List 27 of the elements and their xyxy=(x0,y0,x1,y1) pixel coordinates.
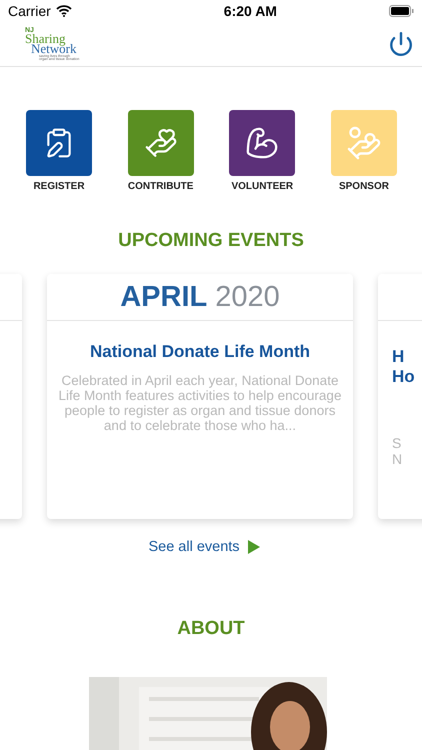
hand-coins-icon xyxy=(346,125,382,161)
event-description: Celebrated in April each year, National Donate Life Month features activities to help encourage people to register as organ and tissue donors and to celebrate those who ha... xyxy=(58,373,342,433)
event-title: H xyxy=(392,347,406,367)
see-all-events-link[interactable]: See all events xyxy=(148,539,260,555)
event-description: N xyxy=(392,451,404,467)
action-button[interactable]: CONTRIBUTE xyxy=(126,110,196,192)
section-title: ABOUT xyxy=(177,618,245,640)
action-button[interactable]: REGISTER xyxy=(24,110,94,192)
biceps-icon xyxy=(245,126,280,160)
battery-icon xyxy=(388,5,414,17)
event-title: Ho xyxy=(392,367,416,387)
logo-text: Sharing xyxy=(25,32,66,44)
event-year: 2020 xyxy=(215,280,280,314)
event-card[interactable]: H Ho S N xyxy=(378,274,422,519)
event-card[interactable] xyxy=(47,274,353,519)
event-title: National Donate Life Month xyxy=(88,342,312,362)
carrier-label: Carrier xyxy=(8,3,51,19)
hand-heart-icon xyxy=(144,126,178,160)
wifi-icon xyxy=(56,5,72,17)
power-button[interactable] xyxy=(388,31,414,57)
event-month: APRIL xyxy=(120,280,208,314)
action-button[interactable]: SPONSOR xyxy=(328,110,399,192)
section-title: UPCOMING EVENTS xyxy=(117,230,305,252)
play-icon xyxy=(248,540,260,554)
event-description: S xyxy=(392,435,402,451)
action-button[interactable]: VOLUNTEER xyxy=(227,110,298,192)
status-time: 6:20 AM xyxy=(224,3,277,19)
